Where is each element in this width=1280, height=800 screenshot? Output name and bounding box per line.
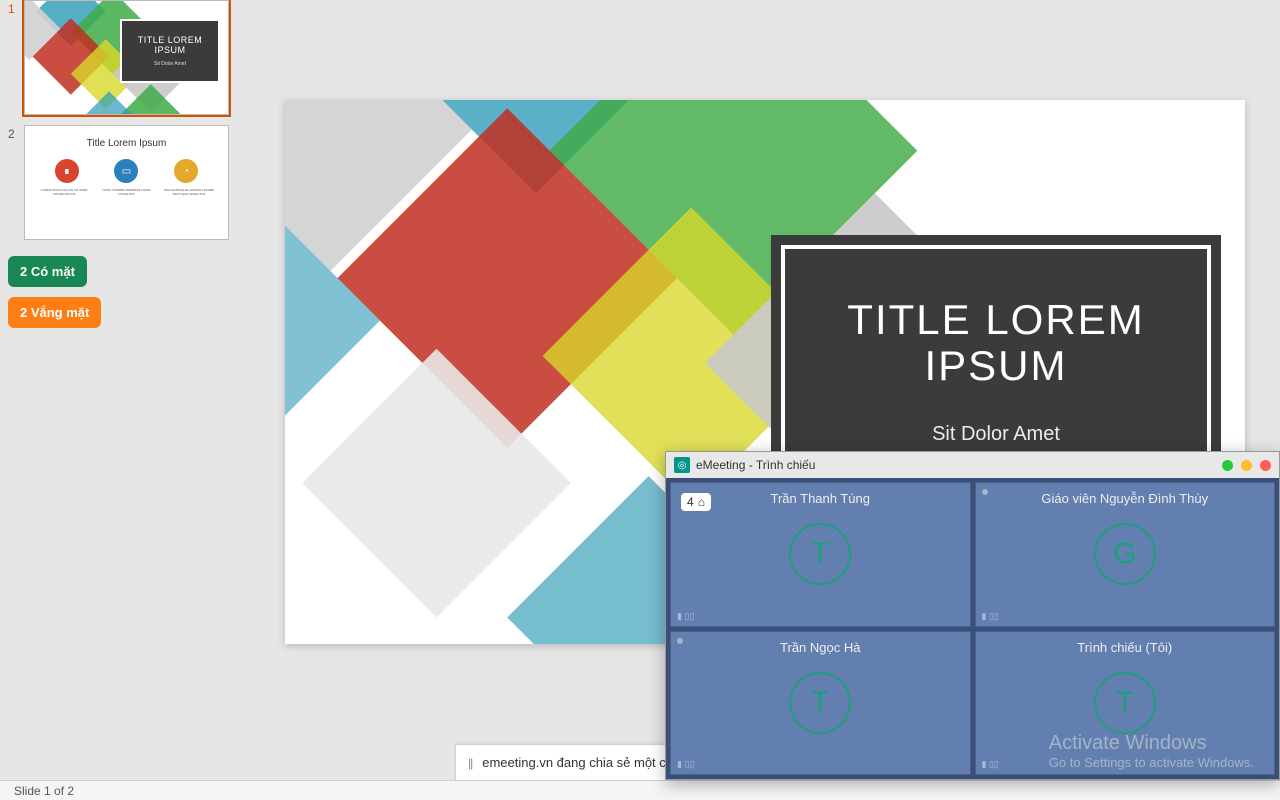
caption: LOREM IPSUM DOLOR SIT AMET CONSECTETUR bbox=[39, 189, 89, 196]
participant-count-badge[interactable]: 4 ⌂ bbox=[681, 493, 711, 511]
slide-counter: Slide 1 of 2 bbox=[14, 784, 74, 798]
thumbnail-2-icons: ∎ ▭ ◔ bbox=[25, 159, 228, 183]
chart-icon: ∎ bbox=[55, 159, 79, 183]
participant-name: Trần Thanh Tùng bbox=[671, 491, 970, 506]
mic-icon: ▮ ▯▯ bbox=[677, 611, 694, 622]
meeting-titlebar[interactable]: ◎ eMeeting - Trình chiếu bbox=[666, 452, 1279, 478]
mic-icon: ▮ ▯▯ bbox=[982, 611, 999, 622]
mic-icon: ▮ ▯▯ bbox=[982, 759, 999, 770]
meeting-window[interactable]: ◎ eMeeting - Trình chiếu 4 ⌂ Trần Thanh … bbox=[665, 451, 1280, 780]
count-number: 4 bbox=[687, 495, 694, 509]
people-icon: ⌂ bbox=[698, 495, 705, 509]
slide-thumbnail-1[interactable]: TITLE LOREM IPSUM Sit Dolor Amet bbox=[24, 0, 229, 115]
participant-avatar: T bbox=[789, 523, 851, 585]
participant-tile[interactable]: 4 ⌂ Trần Thanh Tùng T ▮ ▯▯ bbox=[670, 482, 971, 627]
share-notice[interactable]: || emeeting.vn đang chia sẻ một cửa bbox=[455, 744, 695, 780]
thumbnail-row-1: 1 TITLE LOREM IPSUM bbox=[8, 0, 242, 115]
app-icon: ◎ bbox=[674, 457, 690, 473]
meeting-window-title: eMeeting - Trình chiếu bbox=[696, 458, 815, 472]
monitor-icon: ▭ bbox=[114, 159, 138, 183]
slide-thumbnail-2[interactable]: Title Lorem Ipsum ∎ ▭ ◔ LOREM IPSUM DOLO… bbox=[24, 125, 229, 240]
share-notice-text: emeeting.vn đang chia sẻ một cửa bbox=[482, 755, 681, 770]
thumbnail-number: 1 bbox=[8, 0, 24, 16]
participant-name: Giáo viên Nguyễn Đình Thùy bbox=[976, 491, 1275, 506]
slide-subtitle: Sit Dolor Amet bbox=[932, 423, 1060, 446]
slide-title-line2: IPSUM bbox=[924, 343, 1067, 389]
watermark-sub: Go to Settings to activate Windows. bbox=[1049, 755, 1254, 770]
caption: PELLENTESQUE HABITANT MORBI TRISTIQUE SE… bbox=[164, 189, 214, 196]
windows-activation-watermark: Activate Windows Go to Settings to activ… bbox=[1049, 732, 1254, 770]
participant-name: Trần Ngọc Hà bbox=[671, 640, 970, 655]
participant-avatar: G bbox=[1094, 523, 1156, 585]
thumbnail-title: TITLE LOREM IPSUM bbox=[122, 35, 218, 55]
watermark-title: Activate Windows bbox=[1049, 732, 1254, 755]
thumbnail-number: 2 bbox=[8, 125, 24, 141]
maximize-button[interactable] bbox=[1241, 460, 1252, 471]
status-bar: Slide 1 of 2 bbox=[0, 780, 1280, 800]
timer-icon: ◔ bbox=[174, 159, 198, 183]
participant-avatar: T bbox=[1094, 672, 1156, 734]
thumbnail-title-box: TITLE LOREM IPSUM Sit Dolor Amet bbox=[120, 19, 220, 83]
thumbnail-2-title: Title Lorem Ipsum bbox=[25, 138, 228, 149]
close-button[interactable] bbox=[1260, 460, 1271, 471]
drag-handle-icon: || bbox=[468, 756, 472, 770]
window-controls bbox=[1222, 460, 1271, 471]
participant-name: Trình chiếu (Tôi) bbox=[976, 640, 1275, 655]
absent-badge[interactable]: 2 Vắng mặt bbox=[8, 297, 101, 328]
caption: NUNC VIVERRA IMPERDIET ENIM FUSCE EST bbox=[101, 189, 151, 196]
slide-title-line1: TITLE LOREM bbox=[847, 297, 1144, 343]
present-badge[interactable]: 2 Có mặt bbox=[8, 256, 87, 287]
participant-tile[interactable]: Giáo viên Nguyễn Đình Thùy G ▮ ▯▯ bbox=[975, 482, 1276, 627]
minimize-button[interactable] bbox=[1222, 460, 1233, 471]
thumbnail-2-captions: LOREM IPSUM DOLOR SIT AMET CONSECTETUR N… bbox=[25, 189, 228, 196]
participant-avatar: T bbox=[789, 672, 851, 734]
thumbnail-row-2: 2 Title Lorem Ipsum ∎ ▭ ◔ LOREM IPSUM DO… bbox=[8, 125, 242, 240]
slide-thumbnail-panel: 1 TITLE LOREM IPSUM bbox=[0, 0, 250, 780]
participant-tile[interactable]: Trần Ngọc Hà T ▮ ▯▯ bbox=[670, 631, 971, 776]
thumbnail-subtitle: Sit Dolor Amet bbox=[154, 61, 186, 67]
mic-icon: ▮ ▯▯ bbox=[677, 759, 694, 770]
